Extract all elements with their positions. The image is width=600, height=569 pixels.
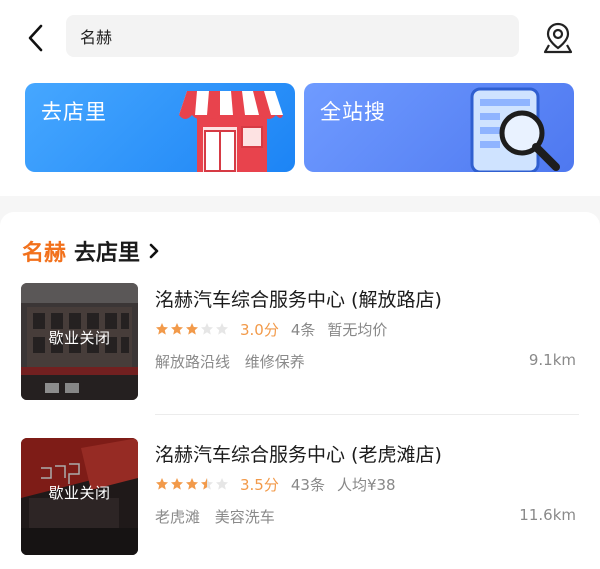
rating-row: 3.0分 4条 暂无均价 xyxy=(155,318,399,340)
star-icon xyxy=(216,323,228,335)
section-title: 去店里 xyxy=(74,241,141,266)
divider xyxy=(155,414,579,415)
distance-label: 11.6km xyxy=(519,506,576,524)
area-tag: 老虎滩 xyxy=(155,508,201,526)
store-tags: 老虎滩 美容洗车 xyxy=(155,506,275,527)
chevron-right-icon xyxy=(149,243,159,259)
review-count: 4条 xyxy=(290,320,316,339)
avg-price: 暂无均价 xyxy=(327,320,388,339)
score-text: 3.5分 xyxy=(240,475,279,494)
service-tag: 维修保养 xyxy=(244,353,305,371)
magnifier-icon xyxy=(470,87,560,172)
rating-row: 3.5分 43条 人均¥38 xyxy=(155,473,408,495)
section-keyword: 名赫 xyxy=(22,241,67,266)
star-icon xyxy=(186,323,198,335)
star-rating xyxy=(155,322,230,336)
star-icon xyxy=(186,478,198,490)
site-search-label: 全站搜 xyxy=(320,100,386,124)
back-arrow-icon[interactable] xyxy=(22,20,52,56)
section-header[interactable]: 名赫 去店里 xyxy=(22,236,160,266)
star-rating xyxy=(155,477,230,491)
star-icon xyxy=(171,323,183,335)
store-photo: 歇业关闭 xyxy=(21,283,138,400)
store-tags: 解放路沿线 维修保养 xyxy=(155,351,305,372)
go-to-store-banner[interactable]: 去店里 xyxy=(25,83,295,172)
closed-status-label: 歇业关闭 xyxy=(48,484,111,502)
star-icon xyxy=(156,478,168,490)
location-pin-icon[interactable] xyxy=(540,20,576,56)
site-search-banner[interactable]: 全站搜 xyxy=(304,83,574,172)
star-icon xyxy=(216,478,228,490)
service-tag: 美容洗车 xyxy=(214,508,275,526)
review-count: 43条 xyxy=(290,475,325,494)
star-icon xyxy=(156,323,168,335)
store-item[interactable]: 歇业关闭 洺赫汽车综合服务中心 (解放路店) 3.0分 4条 暂无均价 解放路沿… xyxy=(0,283,600,403)
avg-price: 人均¥38 xyxy=(336,475,396,494)
go-to-store-label: 去店里 xyxy=(41,100,107,124)
store-item[interactable]: 歇业关闭 洺赫汽车综合服务中心 (老虎滩店) 3.5分 43条 人均¥38 老虎… xyxy=(0,438,600,558)
storefront-icon xyxy=(179,91,283,172)
distance-label: 9.1km xyxy=(528,351,576,369)
search-query: 名赫 xyxy=(80,28,113,47)
store-name: 洺赫汽车综合服务中心 (解放路店) xyxy=(155,289,442,311)
closed-status-label: 歇业关闭 xyxy=(48,329,111,347)
star-icon xyxy=(201,478,213,490)
score-text: 3.0分 xyxy=(240,320,279,339)
store-name: 洺赫汽车综合服务中心 (老虎滩店) xyxy=(155,444,442,466)
star-icon xyxy=(201,323,213,335)
area-tag: 解放路沿线 xyxy=(155,353,231,371)
store-photo: 歇业关闭 xyxy=(21,438,138,555)
search-input[interactable]: 名赫 xyxy=(66,15,519,57)
star-icon xyxy=(171,478,183,490)
